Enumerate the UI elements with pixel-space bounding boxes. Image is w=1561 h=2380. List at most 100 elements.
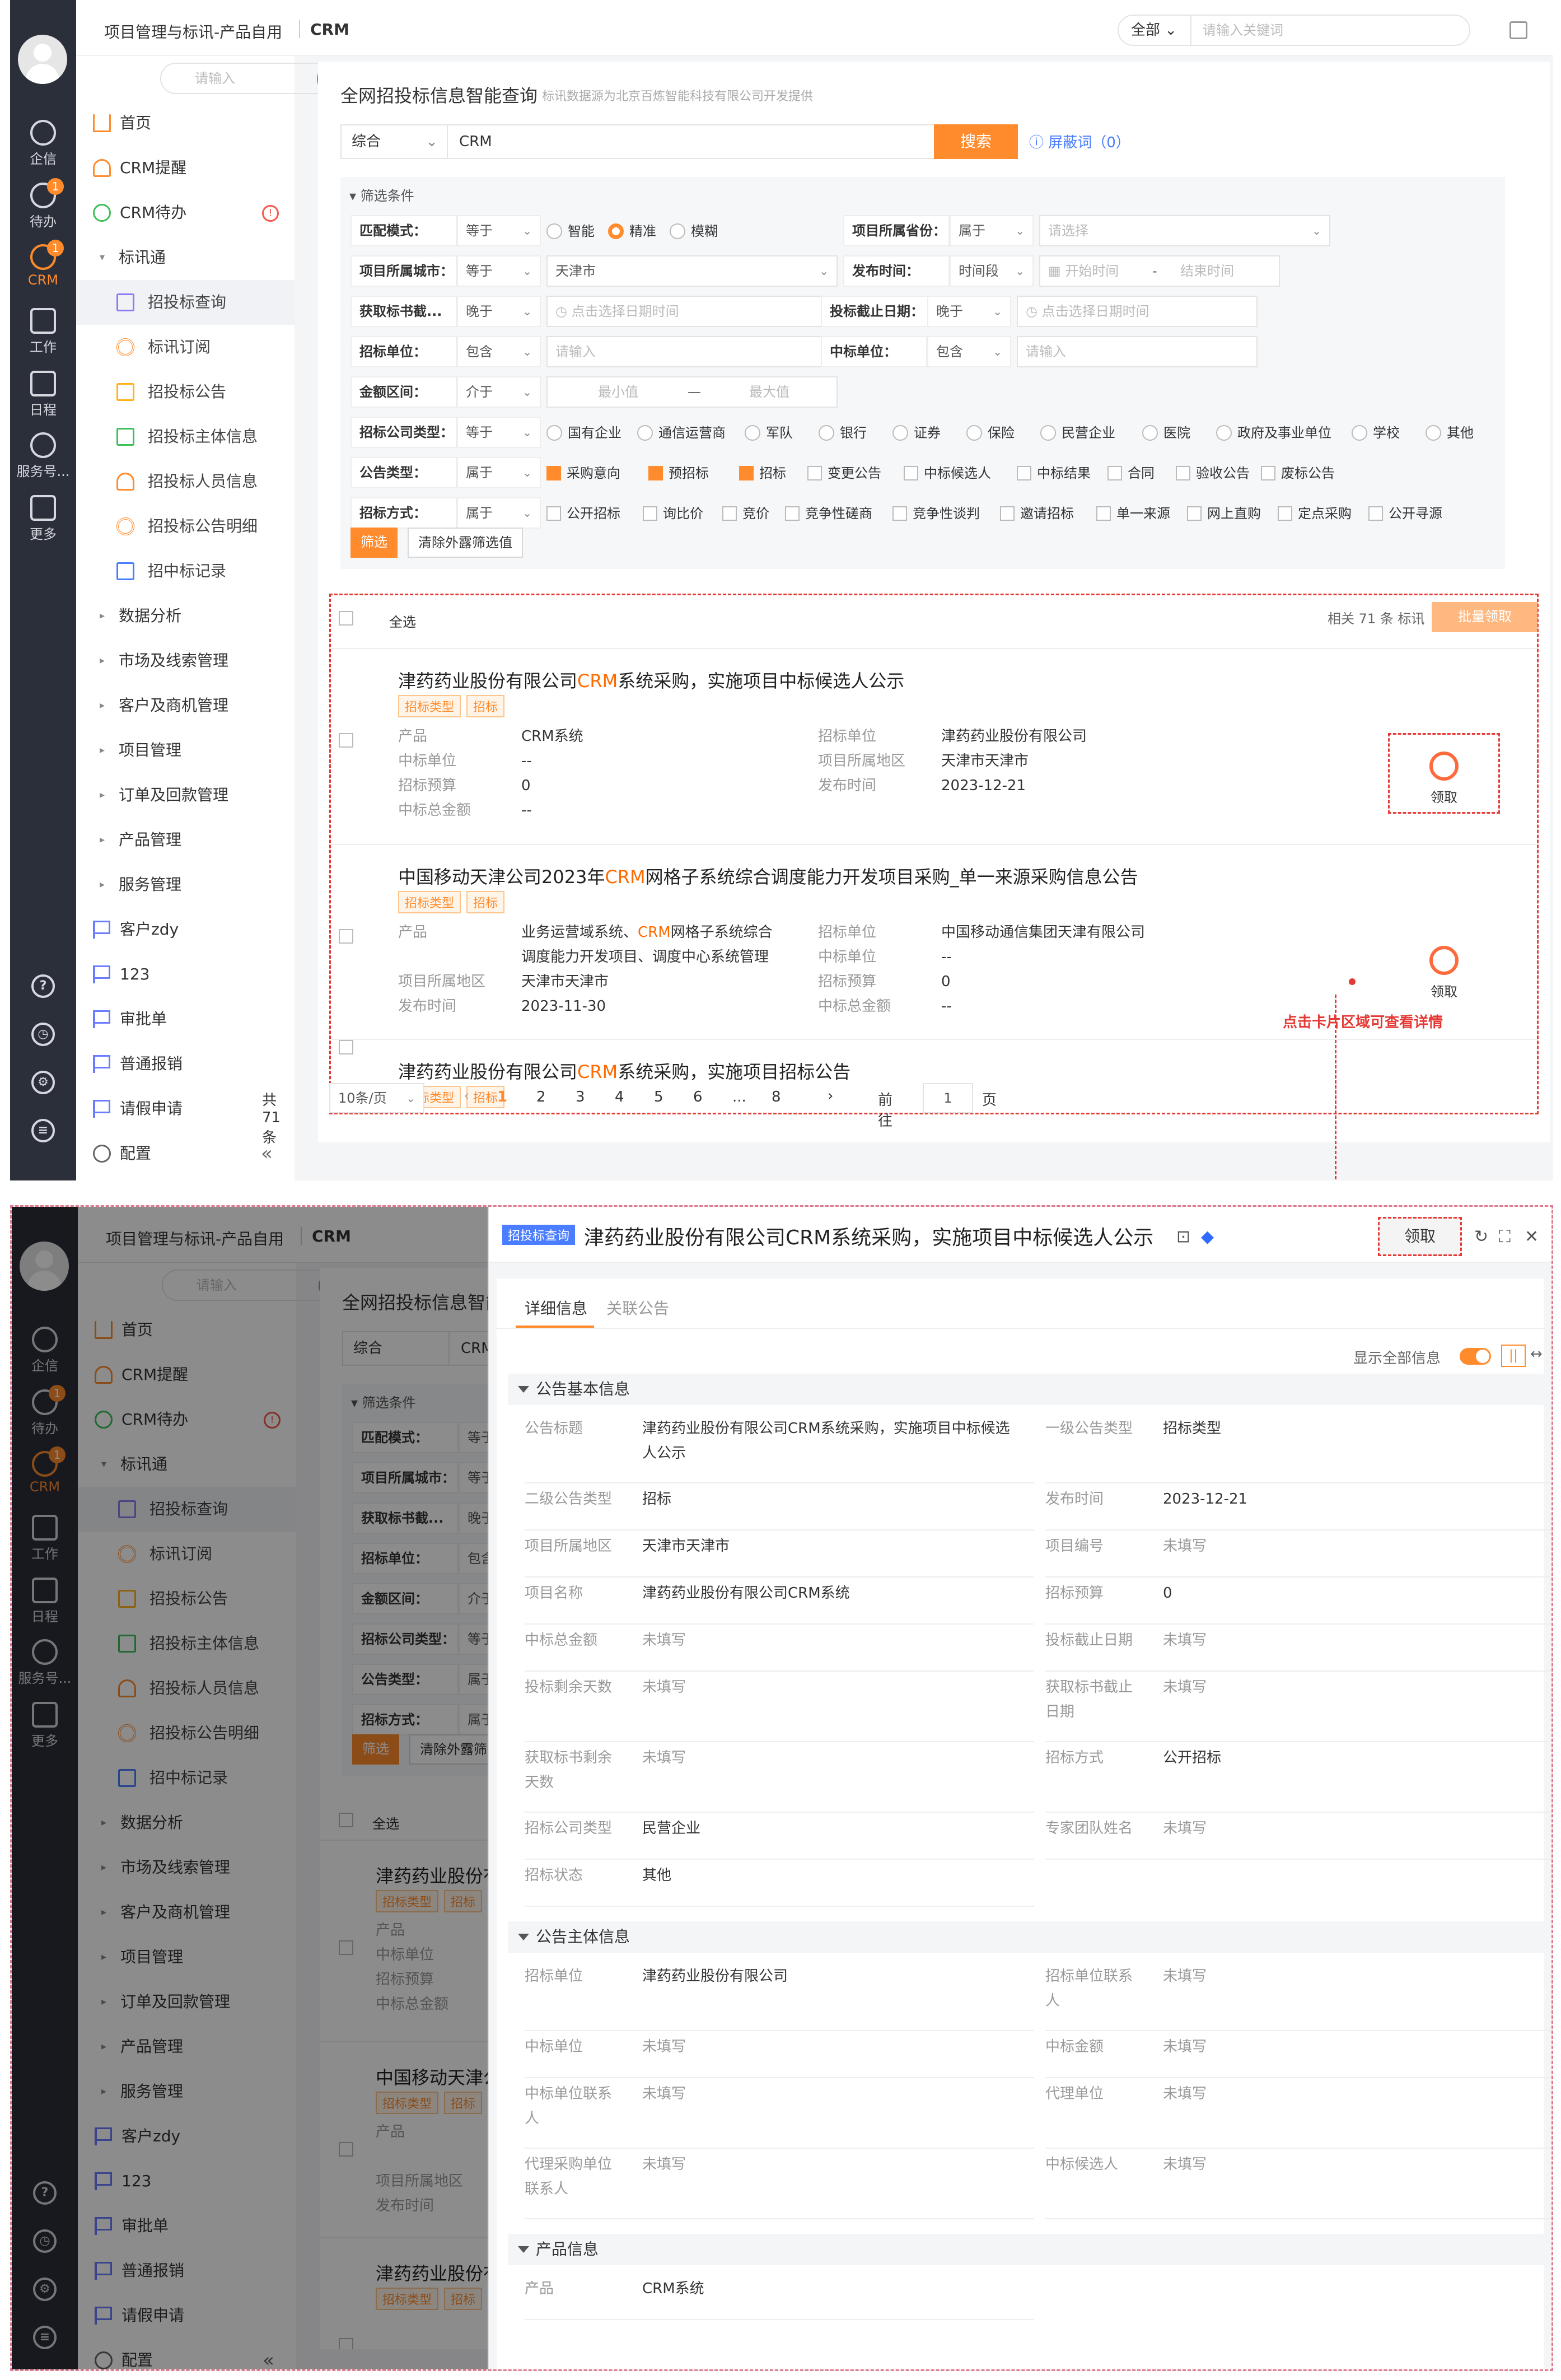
- filter-pubtime-operator[interactable]: 时间段 ⌄: [950, 255, 1034, 287]
- company-type-option-4[interactable]: 证券: [892, 424, 941, 441]
- column-layout-icon[interactable]: ||: [1501, 1345, 1526, 1367]
- bid-method-option-1[interactable]: 询比价: [643, 505, 703, 522]
- sidebar-item-14[interactable]: ▸ 项目管理: [76, 728, 295, 773]
- goto-page-input[interactable]: 1: [923, 1083, 973, 1113]
- global-search-input[interactable]: 请输入关键词: [1190, 15, 1470, 46]
- rail-item-0[interactable]: 企信: [10, 120, 76, 179]
- filter-bidder-operator[interactable]: 包含⌄: [457, 336, 541, 367]
- rail-tool-0-icon[interactable]: ?: [31, 974, 55, 998]
- avatar[interactable]: [18, 35, 67, 84]
- rail-item-4[interactable]: 日程: [10, 371, 76, 430]
- close-icon[interactable]: ✕: [1525, 1227, 1539, 1247]
- claim-card-button[interactable]: 领取: [1388, 929, 1500, 1010]
- filter-header[interactable]: ▾ 筛选条件: [349, 185, 414, 204]
- rail-item-6[interactable]: 更多: [10, 495, 76, 554]
- bidder-input[interactable]: 请输入: [546, 336, 838, 367]
- show-all-toggle[interactable]: [1460, 1348, 1491, 1365]
- notice-type-option-4[interactable]: 中标候选人: [904, 465, 991, 482]
- sidebar-item-19[interactable]: 123: [76, 952, 295, 997]
- inbox-icon[interactable]: [1509, 21, 1527, 39]
- bid-method-option-9[interactable]: 公开寻源: [1368, 505, 1442, 522]
- page-2[interactable]: 2: [536, 1089, 546, 1105]
- winner-input[interactable]: 请输入: [1017, 336, 1258, 367]
- modal-overlay[interactable]: [12, 1207, 488, 2369]
- prev-page-icon[interactable]: ‹: [464, 1088, 469, 1104]
- notice-type-option-2[interactable]: 招标: [739, 465, 786, 482]
- sidebar-item-1[interactable]: CRM提醒: [76, 146, 295, 190]
- filter-bid_method-operator[interactable]: 属于⌄: [457, 497, 541, 529]
- rail-tool-3-icon[interactable]: ≡: [31, 1119, 55, 1142]
- filter-bid-deadline-operator[interactable]: 晚于 ⌄: [927, 296, 1011, 327]
- bid-method-option-7[interactable]: 网上直购: [1187, 505, 1261, 522]
- province-select[interactable]: 请选择 ⌄: [1039, 215, 1330, 246]
- amount-range-input[interactable]: 最小值 — 最大值: [546, 376, 838, 408]
- bid-method-option-3[interactable]: 竞争性磋商: [785, 505, 872, 522]
- sidebar-item-10[interactable]: 招中标记录: [76, 549, 295, 594]
- company-type-option-5[interactable]: 保险: [966, 424, 1015, 441]
- card-title[interactable]: 津药药业股份有限公司CRM系统采购，实施项目中标候选人公示: [398, 667, 904, 693]
- result-card[interactable]: 津药药业股份有限公司CRM系统采购，实施项目中标候选人公示 招标类型 招标 产品 CRM…: [331, 648, 1537, 844]
- card-title[interactable]: 中国移动天津公司2023年CRM网格子系统综合调度能力开发项目采购_单一来源采购…: [398, 863, 1138, 889]
- match-mode-option-1[interactable]: 精准: [608, 223, 656, 240]
- sidebar-item-3[interactable]: ▾ 标讯通: [76, 235, 295, 280]
- page-3[interactable]: 3: [576, 1089, 585, 1105]
- page-4[interactable]: 4: [615, 1089, 624, 1105]
- notice-type-option-8[interactable]: 废标公告: [1261, 465, 1335, 482]
- sidebar-item-17[interactable]: ▸ 服务管理: [76, 862, 295, 907]
- rail-item-1[interactable]: 待办 1: [10, 178, 76, 242]
- next-page-icon[interactable]: ›: [828, 1088, 833, 1104]
- doc-deadline-input[interactable]: ◷ 点击选择日期时间: [546, 296, 838, 327]
- notice-type-option-7[interactable]: 验收公告: [1176, 465, 1250, 482]
- filter-match_mode-operator[interactable]: 等于⌄: [457, 215, 541, 246]
- claim-card-button[interactable]: 领取: [1388, 733, 1500, 814]
- page-8[interactable]: 8: [772, 1089, 781, 1105]
- bid-deadline-input[interactable]: ◷ 点击选择日期时间: [1017, 296, 1258, 327]
- filter-amount-operator[interactable]: 介于⌄: [457, 376, 541, 408]
- sidebar-item-12[interactable]: ▸ 市场及线索管理: [76, 638, 295, 683]
- sidebar-item-4[interactable]: 招投标查询: [76, 280, 295, 325]
- tab-details[interactable]: 详细信息: [525, 1296, 587, 1319]
- rail-tool-2-icon[interactable]: ⚙: [31, 1071, 55, 1094]
- sidebar-search-input[interactable]: 请输入: [160, 63, 334, 94]
- search-button[interactable]: 搜索: [934, 124, 1018, 159]
- filter-clear-button[interactable]: 清除外露筛选值: [408, 528, 523, 558]
- company-type-option-9[interactable]: 学校: [1352, 424, 1400, 441]
- bid-method-option-2[interactable]: 竞价: [722, 505, 769, 522]
- keyword-input[interactable]: CRM: [459, 125, 492, 158]
- claim-button[interactable]: 领取: [1378, 1217, 1462, 1256]
- match-mode-option-2[interactable]: 模糊: [670, 223, 718, 240]
- sidebar-item-15[interactable]: ▸ 订单及回款管理: [76, 773, 295, 818]
- sidebar-item-0[interactable]: 首页: [76, 101, 295, 146]
- card-checkbox[interactable]: [339, 733, 359, 748]
- city-select[interactable]: 天津市 ⌄: [546, 255, 838, 287]
- company-type-option-2[interactable]: 军队: [745, 424, 793, 441]
- scope-select[interactable]: 综合 ⌄: [342, 125, 448, 158]
- rail-item-3[interactable]: 工作: [10, 308, 76, 367]
- rail-item-2[interactable]: CRM 1: [10, 240, 76, 304]
- sidebar-item-7[interactable]: 招投标主体信息: [76, 414, 295, 459]
- global-scope-select[interactable]: 全部 ⌄: [1118, 15, 1191, 46]
- sidebar-item-8[interactable]: 招投标人员信息: [76, 459, 295, 504]
- bid-method-option-0[interactable]: 公开招标: [546, 505, 620, 522]
- sidebar-item-2[interactable]: CRM待办!: [76, 190, 295, 235]
- sidebar-item-20[interactable]: 审批单: [76, 997, 295, 1042]
- card-checkbox[interactable]: [339, 929, 359, 944]
- section-header[interactable]: 公告主体信息: [508, 1921, 1549, 1953]
- card-title[interactable]: 津药药业股份有限公司CRM系统采购，实施项目招标公告: [398, 1058, 850, 1084]
- filter-doc_deadline-operator[interactable]: 晚于⌄: [457, 296, 541, 327]
- tab-related[interactable]: 关联公告: [606, 1296, 669, 1319]
- notice-type-option-1[interactable]: 预招标: [648, 465, 709, 482]
- company-type-option-7[interactable]: 医院: [1142, 424, 1190, 441]
- bid-method-option-6[interactable]: 单一来源: [1096, 505, 1170, 522]
- shield-words-link[interactable]: ⓘ 屏蔽词（0）: [1029, 131, 1130, 152]
- fullscreen-icon[interactable]: ⛶: [1499, 1227, 1511, 1247]
- bid-method-option-8[interactable]: 定点采购: [1278, 505, 1352, 522]
- sidebar-item-18[interactable]: 客户zdy: [76, 907, 295, 952]
- page-...[interactable]: ...: [732, 1089, 746, 1105]
- filter-city-operator[interactable]: 等于⌄: [457, 255, 541, 287]
- page-6[interactable]: 6: [693, 1089, 703, 1105]
- company-type-option-1[interactable]: 通信运营商: [637, 424, 726, 441]
- rail-tool-1-icon[interactable]: ◷: [31, 1023, 55, 1046]
- notice-type-option-3[interactable]: 变更公告: [807, 465, 881, 482]
- page-size-select[interactable]: 10条/页 ⌄: [329, 1083, 424, 1113]
